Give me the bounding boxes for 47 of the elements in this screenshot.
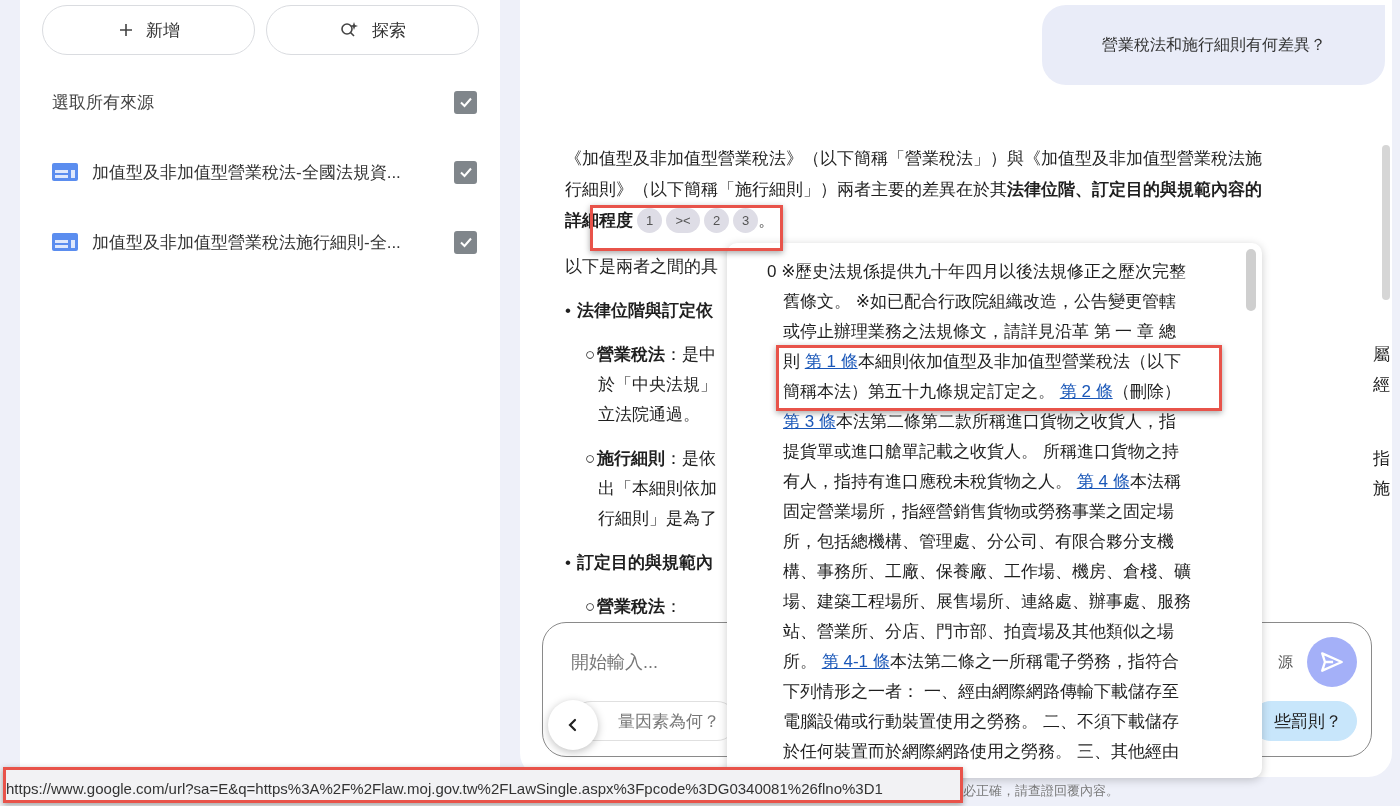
excerpt-text: （刪除） [1112, 382, 1181, 401]
excerpt-text: 本法第二條之一所稱電子勞務，指符合 [889, 652, 1179, 671]
excerpt-text: 構、事務所、工廠、保養廠、工作場、機房、倉棧、礦 [783, 562, 1191, 581]
excerpt-text: 所，包括總機構、管理處、分公司、有限合夥分支機 [783, 532, 1174, 551]
source-count: 源 [1278, 652, 1293, 672]
answer-text: 施 [1373, 478, 1390, 500]
answer-text: 營業稅法： [597, 597, 682, 616]
excerpt-text: 場、建築工程場所、展售場所、連絡處、辦事處、服務 [783, 592, 1191, 611]
answer-paragraph: 《加值型及非加值型營業稅法》（以下簡稱「營業稅法」）與《加值型及非加值型營業稅法施行細則》（以下簡稱「施行細則」）兩者主要的差異在於其法律位階、訂定目的與規範內容的 [565, 148, 1263, 201]
excerpt-text: 提貨單或進口艙單記載之收貨人。 所稱進口貨物之持 [783, 442, 1179, 461]
excerpt-text: 下列情形之一者： 一、經由網際網路傳輸下載儲存至 [783, 682, 1179, 701]
bullet-marker: • [565, 300, 572, 322]
excerpt-text: 本細則依加值型及非加值型營業稅法（以下 [857, 352, 1181, 371]
excerpt-text: 電腦設備或行動裝置使用之勞務。 二、不須下載儲存 [783, 712, 1179, 731]
answer-text: 指 [1373, 448, 1390, 470]
select-all-label: 選取所有來源 [52, 91, 155, 114]
excerpt-text: 本法稱 [1129, 472, 1181, 491]
excerpt-text: 固定營業場所，指經營銷售貨物或勞務事業之固定場 [783, 502, 1174, 521]
answer-text: 立法院通過。 [598, 405, 700, 424]
bullet-marker: • [565, 552, 572, 574]
section-heading: 法律位階與訂定依 [577, 301, 713, 320]
circle-marker: ○ [585, 596, 597, 618]
link-url: https://www.google.com/url?sa=E&q=https%3A%2F%2Flaw.moj.gov.tw%2FLawSingle.aspx%3Fpcode%3DG0340081%26flno%3D1 [6, 779, 883, 797]
excerpt-text: 站、營業所、分店、門市部、拍賣場及其他類似之場 [783, 622, 1174, 641]
excerpt-text: 有人，指持有進口應稅未稅貨物之人。 [783, 472, 1073, 491]
answer-text: 營業稅法：是中 [597, 345, 716, 364]
excerpt-text: 0 ※歷史法規係提供九十年四月以後法規修正之歷次完整 [767, 262, 1187, 281]
excerpt-text: 所。 [783, 652, 818, 671]
circle-marker: ○ [585, 344, 597, 366]
excerpt-text: 於任何裝置而於網際網路使用之勞務。 三、其他經由 [783, 742, 1179, 761]
excerpt-text: 或停止辦理業務之法規條文，請詳見沿革 第 一 章 總 [783, 322, 1176, 341]
answer-text: 經 [1373, 374, 1390, 396]
answer-text: 以下是兩者之間的具 [565, 257, 718, 276]
section-heading: 訂定目的與規範內 [577, 553, 713, 572]
excerpt-text: 則 [783, 352, 801, 371]
circle-marker: ○ [585, 448, 596, 470]
excerpt-text: 簡稱本法）第五十九條規定訂定之。 [783, 382, 1056, 401]
answer-text: 施行細則：是依 [597, 449, 716, 468]
answer-text: 於「中央法規」 [598, 375, 717, 394]
answer-text: 屬 [1373, 344, 1390, 366]
answer-text: 出「本細則依加 [598, 479, 717, 498]
disclaimer-text: 必正確，請查證回覆內容。 [963, 782, 1119, 800]
answer-text: 行細則」是為了 [598, 509, 717, 528]
user-message: 營業稅法和施行細則有何差異？ [1042, 5, 1385, 85]
answer-text: 。 [758, 210, 775, 232]
excerpt-text: 本法第二條第二款所稱進口貨物之收貨人，指 [835, 412, 1176, 431]
excerpt-text: 舊條文。 ※如已配合行政院組織改造，公告變更管轄 [783, 292, 1176, 311]
